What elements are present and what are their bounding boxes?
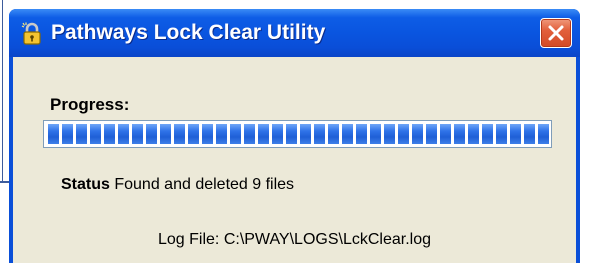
lock-utility-icon: [20, 22, 44, 46]
progress-segment: [342, 124, 353, 144]
progress-segment: [314, 124, 325, 144]
progress-segment: [104, 124, 115, 144]
progress-segment: [384, 124, 395, 144]
progress-segment: [398, 124, 409, 144]
progress-segment: [62, 124, 73, 144]
progress-segment: [202, 124, 213, 144]
progress-segment: [300, 124, 311, 144]
progress-segment: [118, 124, 129, 144]
progress-segment: [412, 124, 423, 144]
progress-segment: [132, 124, 143, 144]
progress-segment: [510, 124, 521, 144]
progress-segment: [496, 124, 507, 144]
progress-segment: [244, 124, 255, 144]
progress-segment: [286, 124, 297, 144]
progress-segment: [538, 124, 549, 144]
progress-segment: [468, 124, 479, 144]
progress-segment: [482, 124, 493, 144]
progress-segment: [370, 124, 381, 144]
progress-segment: [146, 124, 157, 144]
progress-segment: [440, 124, 451, 144]
background-line: [2, 0, 3, 183]
progress-label: Progress:: [50, 95, 130, 114]
progress-segment: [426, 124, 437, 144]
status-line: Status Found and deleted 9 files: [61, 176, 294, 194]
status-text: Found and deleted 9 files: [114, 176, 295, 193]
progress-segment: [272, 124, 283, 144]
progress-segment: [356, 124, 367, 144]
window-client-area: Progress: Status Found and deleted 9 fil…: [13, 57, 576, 263]
close-icon: [548, 25, 564, 41]
window-title: Pathways Lock Clear Utility: [51, 21, 326, 44]
utility-window: Pathways Lock Clear Utility Progress: St…: [9, 9, 580, 263]
progress-fill: [48, 124, 551, 144]
progress-segment: [174, 124, 185, 144]
progress-segment: [90, 124, 101, 144]
close-button[interactable]: [540, 18, 572, 48]
progress-bar: [43, 120, 552, 148]
progress-segment: [48, 124, 59, 144]
log-file-path: Log File: C:\PWAY\LOGS\LckClear.log: [158, 231, 431, 248]
progress-segment: [76, 124, 87, 144]
progress-segment: [188, 124, 199, 144]
progress-segment: [258, 124, 269, 144]
progress-segment: [454, 124, 465, 144]
progress-segment: [328, 124, 339, 144]
progress-segment: [230, 124, 241, 144]
status-key: Status: [61, 176, 110, 193]
progress-segment: [524, 124, 535, 144]
title-bar[interactable]: Pathways Lock Clear Utility: [9, 9, 580, 57]
progress-segment: [160, 124, 171, 144]
progress-segment: [216, 124, 227, 144]
